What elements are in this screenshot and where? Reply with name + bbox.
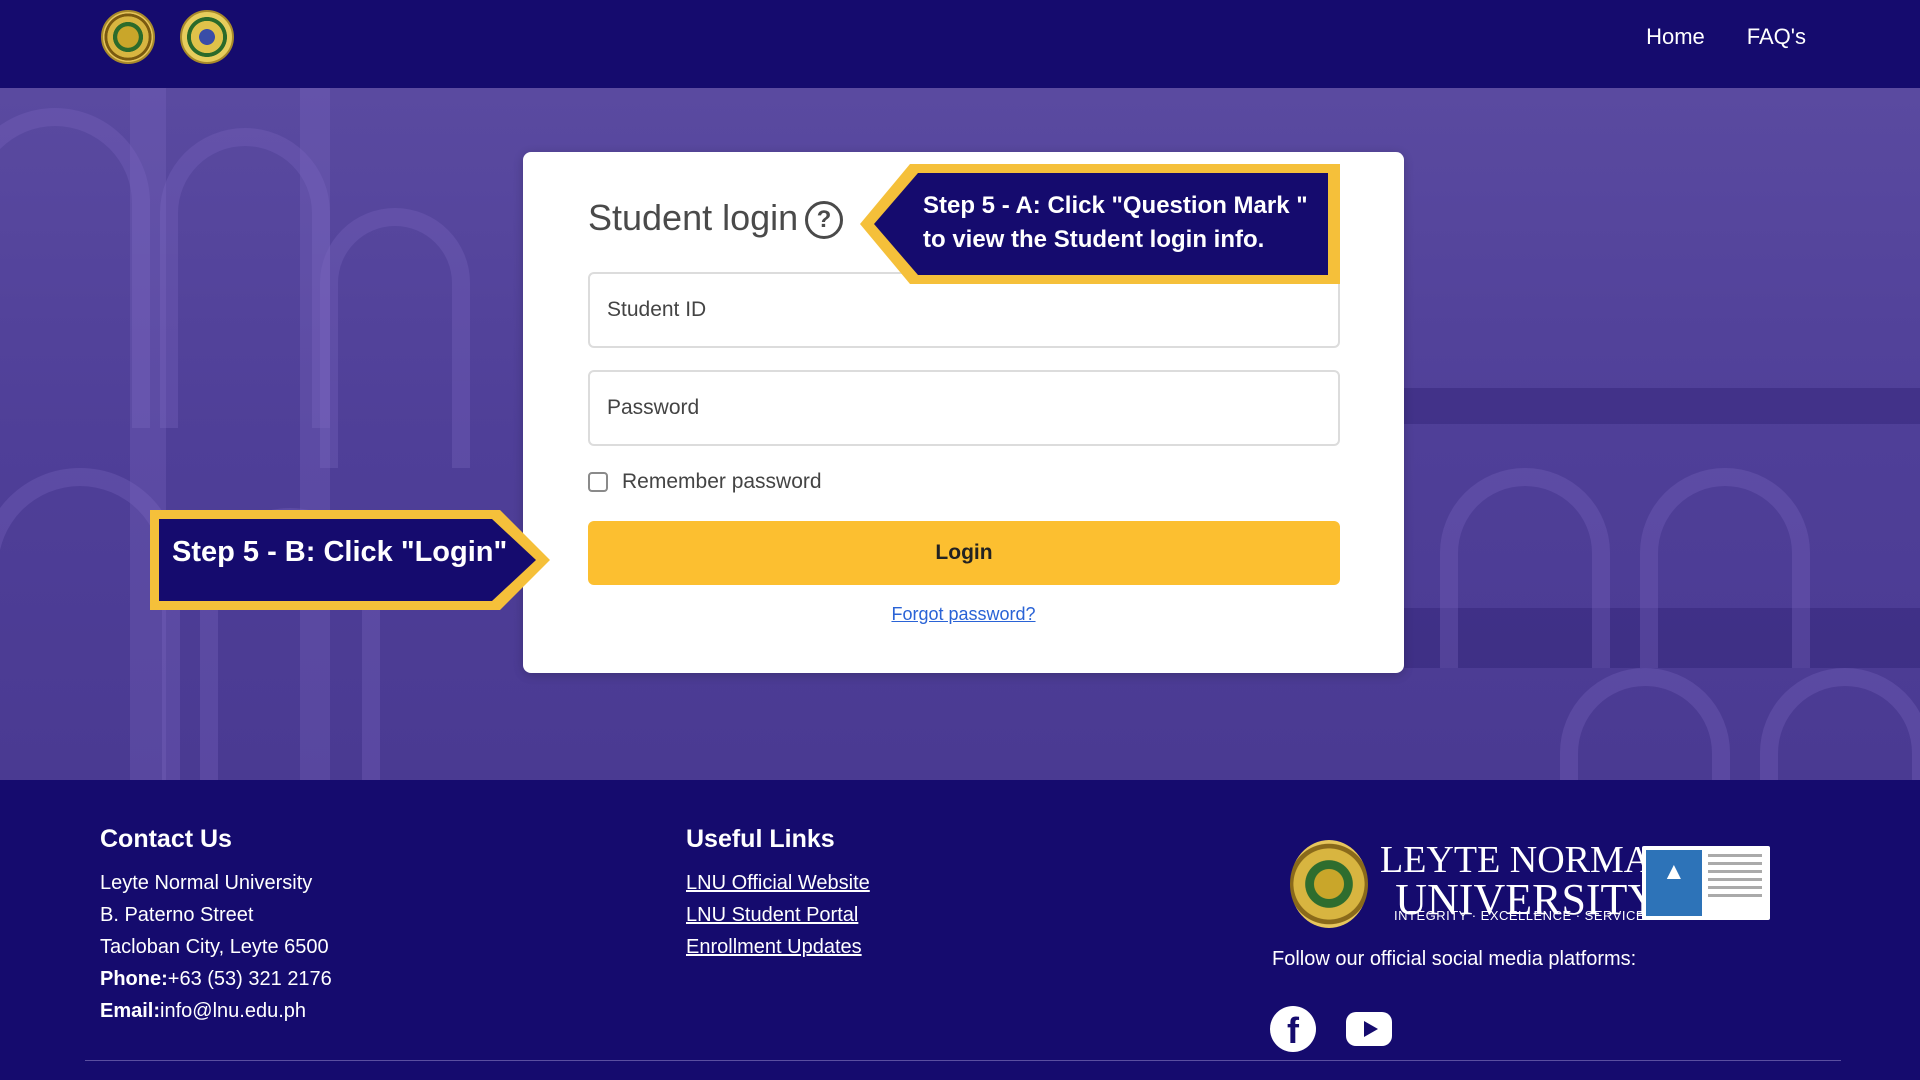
college-seal-logo[interactable] xyxy=(180,10,234,64)
background-column xyxy=(300,88,330,780)
contact-phone: Phone:+63 (53) 321 2176 xyxy=(100,968,332,991)
login-title: Student login xyxy=(588,197,799,238)
background-arch xyxy=(0,108,150,428)
lnu-seal-logo xyxy=(1290,840,1368,928)
nav-faqs-link[interactable]: FAQ's xyxy=(1747,24,1806,50)
background-arch xyxy=(320,208,470,468)
lnu-student-portal-link[interactable]: LNU Student Portal xyxy=(686,904,858,927)
lnu-wordmark-line1: LEYTE NORMAL xyxy=(1380,839,1675,881)
background-arch xyxy=(1560,668,1730,780)
lnu-tagline: INTEGRITY · EXCELLENCE · SERVICE xyxy=(1394,908,1646,923)
facebook-icon[interactable]: f xyxy=(1270,1006,1316,1052)
email-label: Email: xyxy=(100,1000,161,1022)
background-arch xyxy=(1440,468,1610,668)
iso-certification-badge xyxy=(1642,846,1770,920)
step-5a-line2: to view the Student login info. xyxy=(923,226,1265,253)
step-5a-text: Step 5 - A: Click "Question Mark " to vi… xyxy=(923,189,1308,257)
phone-value: +63 (53) 321 2176 xyxy=(167,968,332,990)
contact-email: Email:info@lnu.edu.ph xyxy=(100,1000,306,1023)
step-5a-callout: Step 5 - A: Click "Question Mark " to vi… xyxy=(860,164,1340,284)
step-5a-line1: Step 5 - A: Click "Question Mark " xyxy=(923,192,1308,219)
background-column xyxy=(130,88,166,780)
contact-line: B. Paterno Street xyxy=(100,904,254,926)
contact-line: Tacloban City, Leyte 6500 xyxy=(100,936,329,958)
contact-line: Leyte Normal University xyxy=(100,872,313,894)
university-seal-logo[interactable] xyxy=(101,10,155,64)
nav-links: Home FAQ's xyxy=(1646,24,1806,50)
background-arch xyxy=(1640,468,1810,668)
email-value: info@lnu.edu.ph xyxy=(160,1000,306,1022)
lnu-official-website-link[interactable]: LNU Official Website xyxy=(686,872,870,895)
footer-divider xyxy=(85,1060,1841,1061)
contact-us-heading: Contact Us xyxy=(100,825,232,853)
remember-password-row: Remember password xyxy=(588,470,822,494)
question-mark-icon[interactable]: ? xyxy=(805,201,843,239)
top-navbar: Home FAQ's xyxy=(0,0,1920,88)
remember-password-checkbox[interactable] xyxy=(588,472,608,492)
youtube-icon[interactable] xyxy=(1346,1012,1392,1046)
iso-badge-text xyxy=(1708,854,1762,902)
forgot-password-link[interactable]: Forgot password? xyxy=(523,604,1404,625)
tuv-logo-icon xyxy=(1646,850,1702,916)
step-5b-callout: Step 5 - B: Click "Login" xyxy=(150,510,550,610)
password-input[interactable] xyxy=(588,370,1340,446)
footer: Contact Us Leyte Normal University B. Pa… xyxy=(0,780,1920,1080)
step-5b-text: Step 5 - B: Click "Login" xyxy=(172,536,508,568)
nav-home-link[interactable]: Home xyxy=(1646,24,1705,50)
background-arch xyxy=(1760,668,1920,780)
phone-label: Phone: xyxy=(100,968,168,990)
follow-social-text: Follow our official social media platfor… xyxy=(1272,948,1637,970)
useful-links-heading: Useful Links xyxy=(686,825,835,853)
enrollment-updates-link[interactable]: Enrollment Updates xyxy=(686,936,862,959)
remember-password-label: Remember password xyxy=(622,470,822,493)
login-button[interactable]: Login xyxy=(588,521,1340,585)
